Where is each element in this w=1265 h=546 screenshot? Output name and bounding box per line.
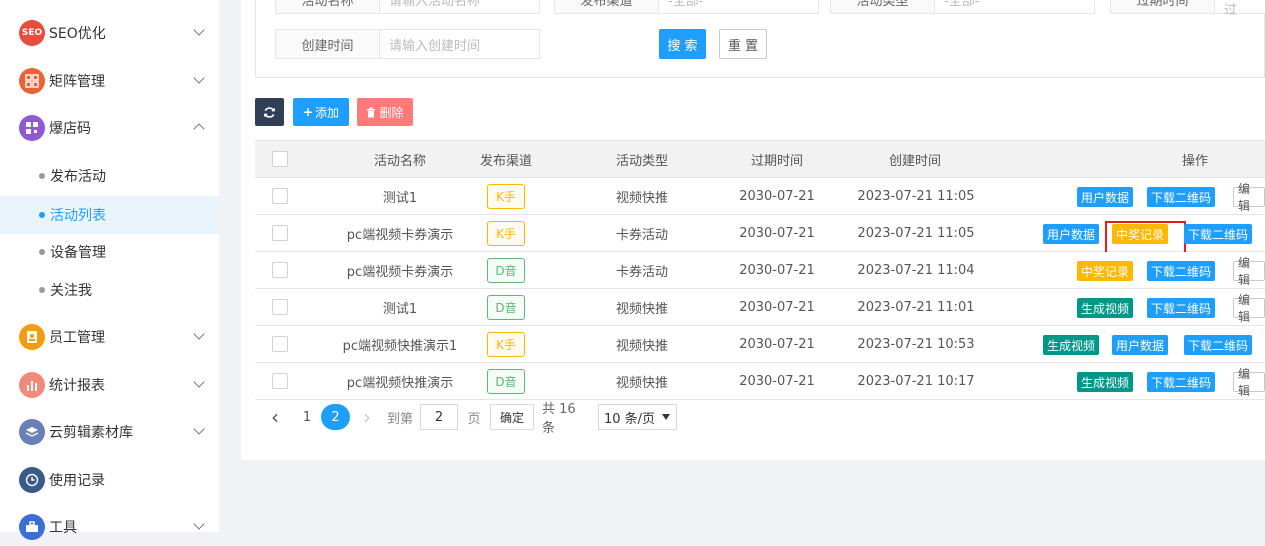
channel-badge: K手 — [487, 221, 525, 246]
channel-badge: D音 — [487, 295, 525, 320]
header-channel: 发布渠道 — [479, 154, 532, 169]
qrcode-icon — [19, 115, 45, 141]
type-select[interactable]: 活动类型 -全部- — [830, 0, 1095, 14]
sidebar-item-matrix[interactable]: 矩阵管理 — [0, 62, 219, 100]
user-data-button[interactable]: 用户数据 — [1077, 187, 1134, 207]
chevron-down-icon — [193, 518, 205, 530]
user-data-button[interactable]: 用户数据 — [1112, 335, 1169, 355]
sidebar-sub-devices[interactable]: 设备管理 — [0, 233, 219, 271]
created-time-field[interactable]: 创建时间 请输入创建时间 — [275, 29, 540, 59]
sidebar-sub-activity-list[interactable]: 活动列表 — [0, 196, 219, 234]
download-qrcode-button[interactable]: 下载二维码 — [1147, 261, 1216, 281]
header-created: 创建时间 — [888, 154, 941, 169]
page-2-button[interactable]: 2 — [321, 404, 350, 430]
channel-badge: D音 — [487, 258, 525, 283]
sidebar-sub-publish[interactable]: 发布活动 — [0, 157, 219, 195]
row-checkbox[interactable] — [272, 373, 288, 389]
layers-icon — [19, 419, 45, 445]
page-size-select[interactable]: 10 条/页 — [598, 404, 677, 430]
table-row: pc端视频卡券演示 K手 卡券活动 2030-07-21 2023-07-21 … — [255, 215, 1265, 255]
row-checkbox[interactable] — [272, 299, 288, 315]
sidebar-item-usage[interactable]: 使用记录 — [0, 461, 219, 499]
edit-button[interactable]: 编辑 — [1233, 182, 1265, 213]
header-expire: 过期时间 — [750, 154, 803, 169]
prize-record-button[interactable]: 中奖记录 — [1077, 261, 1134, 281]
table-header: 活动名称 发布渠道 活动类型 过期时间 创建时间 操作 — [255, 141, 1265, 178]
refresh-button[interactable] — [255, 98, 284, 126]
row-checkbox[interactable] — [272, 225, 288, 241]
bar-chart-icon — [19, 372, 45, 398]
confirm-page-button[interactable]: 确定 — [490, 404, 534, 430]
bullet-icon — [39, 249, 45, 255]
header-type: 活动类型 — [615, 154, 668, 169]
sidebar: SEO SEO优化 矩阵管理 爆店码 发布活动 活动列表 设备管理 关注我 员工 — [0, 0, 219, 540]
header-actions: 操作 — [1181, 154, 1208, 169]
prev-page-button[interactable]: ‹ — [267, 404, 283, 430]
expire-field[interactable]: 过期时间 请输入过 — [1110, 0, 1265, 18]
next-page-button[interactable]: › — [359, 404, 375, 430]
edit-button[interactable]: 编辑 — [1233, 293, 1265, 324]
user-badge-icon — [19, 324, 45, 350]
sidebar-item-seo[interactable]: SEO SEO优化 — [0, 14, 219, 52]
grid-icon — [19, 68, 45, 94]
bullet-icon — [39, 212, 45, 218]
row-checkbox[interactable] — [272, 188, 288, 204]
sidebar-sub-follow[interactable]: 关注我 — [0, 271, 219, 309]
trash-icon — [367, 107, 376, 117]
goto-page-input[interactable]: 2 — [420, 404, 458, 430]
row-checkbox[interactable] — [272, 336, 288, 352]
sidebar-item-materials[interactable]: 云剪辑素材库 — [0, 413, 219, 451]
reset-button[interactable]: 重 置 — [719, 29, 767, 59]
search-button[interactable]: 搜 索 — [659, 29, 706, 59]
sidebar-item-shopcode[interactable]: 爆店码 — [0, 109, 219, 147]
activity-name-field[interactable]: 活动名称 请输入活动名称 — [275, 0, 540, 14]
download-qrcode-button[interactable]: 下载二维码 — [1147, 372, 1216, 392]
sidebar-item-staff[interactable]: 员工管理 — [0, 318, 219, 356]
channel-badge: K手 — [487, 332, 525, 357]
table-row: pc端视频快推演示1 K手 视频快推 2030-07-21 2023-07-21… — [255, 326, 1265, 363]
chevron-down-icon — [193, 72, 205, 84]
activity-table: 活动名称 发布渠道 活动类型 过期时间 创建时间 操作 测试1 K手 视频快推 … — [255, 140, 1265, 400]
download-qrcode-button[interactable]: 下载二维码 — [1184, 224, 1253, 244]
generate-video-button[interactable]: 生成视频 — [1077, 298, 1134, 318]
channel-badge: K手 — [487, 184, 525, 209]
main-panel: 活动名称 请输入活动名称 发布渠道 -全部- 活动类型 -全部- 过期时间 请输… — [241, 0, 1265, 460]
bullet-icon — [39, 287, 45, 293]
download-qrcode-button[interactable]: 下载二维码 — [1147, 298, 1216, 318]
refresh-icon — [264, 106, 275, 118]
table-row: pc端视频快推演示 D音 视频快推 2030-07-21 2023-07-21 … — [255, 363, 1265, 400]
edit-button[interactable]: 编辑 — [1233, 367, 1265, 398]
chevron-down-icon — [193, 328, 205, 340]
plus-icon: + — [302, 105, 314, 119]
row-checkbox[interactable] — [272, 262, 288, 278]
edit-button[interactable]: 编辑 — [1233, 256, 1265, 287]
download-qrcode-button[interactable]: 下载二维码 — [1147, 187, 1216, 207]
chevron-down-icon — [193, 423, 205, 435]
add-button[interactable]: + 添加 — [293, 98, 349, 126]
toolbox-icon — [19, 514, 45, 540]
generate-video-button[interactable]: 生成视频 — [1043, 335, 1100, 355]
page-1-button[interactable]: 1 — [300, 404, 314, 430]
channel-badge: D音 — [487, 369, 525, 394]
sidebar-item-tools[interactable]: 工具 — [0, 508, 219, 546]
chevron-down-icon — [193, 376, 205, 388]
bullet-icon — [39, 173, 45, 179]
chevron-down-icon — [193, 24, 205, 36]
chevron-up-icon — [193, 123, 205, 135]
user-data-button[interactable]: 用户数据 — [1043, 224, 1100, 244]
seo-icon: SEO — [19, 20, 45, 46]
table-row: 测试1 D音 视频快推 2030-07-21 2023-07-21 11:01 … — [255, 289, 1265, 326]
channel-select[interactable]: 发布渠道 -全部- — [554, 0, 819, 14]
clock-icon — [19, 467, 45, 493]
table-row: pc端视频卡券演示 D音 卡券活动 2030-07-21 2023-07-21 … — [255, 252, 1265, 289]
table-row: 测试1 K手 视频快推 2030-07-21 2023-07-21 11:05 … — [255, 178, 1265, 215]
caret-down-icon — [662, 414, 670, 420]
generate-video-button[interactable]: 生成视频 — [1077, 372, 1134, 392]
download-qrcode-button[interactable]: 下载二维码 — [1184, 335, 1253, 355]
delete-button[interactable]: 删除 — [357, 98, 413, 126]
select-all-checkbox[interactable] — [272, 151, 288, 167]
prize-record-button[interactable]: 中奖记录 — [1112, 224, 1169, 244]
sidebar-item-reports[interactable]: 统计报表 — [0, 366, 219, 404]
